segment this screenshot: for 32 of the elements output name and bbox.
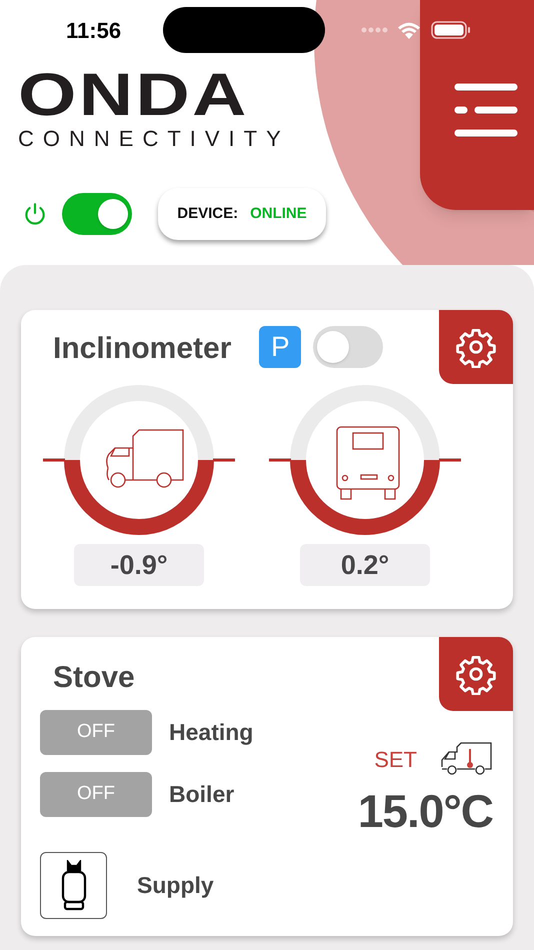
- parking-badge: P: [259, 326, 302, 368]
- switch-label: Heating: [169, 718, 254, 748]
- settings-button[interactable]: [439, 637, 513, 711]
- power-toggle[interactable]: [62, 193, 132, 235]
- truck-rear-icon: [336, 426, 400, 500]
- supply-label: Supply: [137, 871, 214, 900]
- device-label: DEVICE:: [177, 204, 238, 224]
- settings-icon: [455, 653, 497, 695]
- gas-supply-button[interactable]: [40, 852, 107, 919]
- brand-tagline: CONNECTIVITY: [18, 126, 290, 152]
- angle-reading: 0.2°: [300, 544, 430, 586]
- switch-button[interactable]: OFF: [40, 710, 152, 755]
- switch-button[interactable]: OFF: [40, 772, 152, 817]
- signal-icon: [361, 27, 390, 33]
- settings-icon: [455, 326, 497, 368]
- battery-icon: [431, 21, 472, 39]
- card-title: Inclinometer: [53, 331, 232, 367]
- card-title: Stove: [53, 660, 135, 696]
- truck-thermometer-icon: [439, 741, 493, 777]
- truck-icon: [106, 429, 184, 488]
- set-temperature: 15.0°C: [358, 785, 493, 837]
- device-state: ONLINE: [250, 204, 307, 224]
- menu-button[interactable]: [420, 0, 534, 210]
- settings-button[interactable]: [439, 310, 513, 384]
- wifi-icon: [397, 21, 422, 39]
- switch-label: Boiler: [169, 780, 234, 810]
- angle-reading: -0.9°: [74, 544, 204, 586]
- brand-logo: ONDA: [18, 70, 250, 120]
- set-label: SET: [374, 746, 417, 774]
- park-toggle[interactable]: [313, 326, 384, 368]
- status-time: 11:56: [66, 16, 122, 44]
- menu-icon: [454, 83, 518, 137]
